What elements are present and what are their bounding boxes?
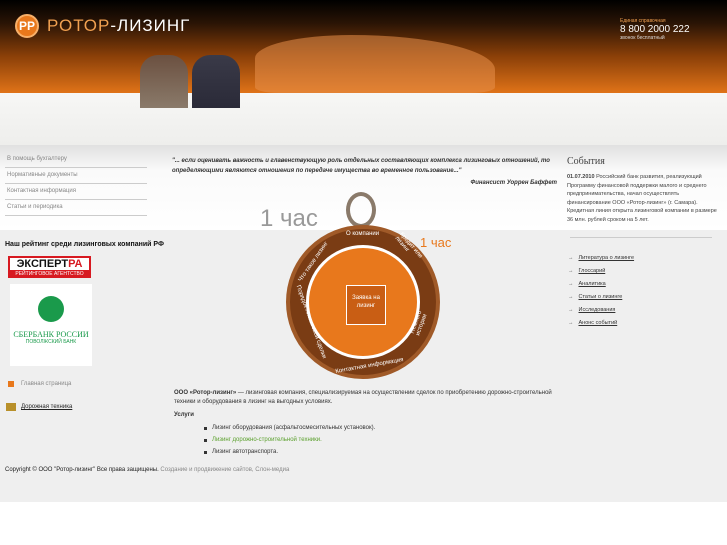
service-item: Лизинг автотранспорта.: [204, 448, 554, 457]
dial-logo: Заявка на лизинг: [306, 245, 420, 359]
link-articles[interactable]: → Статьи о лизинге: [568, 294, 634, 307]
services-list: Лизинг оборудования (асфальтосмесительны…: [204, 424, 554, 457]
link-literature[interactable]: → Литература о лизинге: [568, 255, 634, 268]
link-analytics[interactable]: → Аналитика: [568, 281, 634, 294]
arrow-icon: →: [568, 320, 574, 326]
dial-about[interactable]: О компании: [346, 231, 379, 237]
nav-item-articles[interactable]: Статьи и периодика: [5, 200, 147, 216]
home-link[interactable]: Главная страница: [8, 381, 71, 387]
leasing-request-button[interactable]: Заявка на лизинг: [346, 285, 386, 325]
logo-brand: РОТОР: [47, 16, 111, 35]
top-nav-menu: В помощь бухгалтеру Нормативные документ…: [5, 152, 147, 216]
company-intro: ООО «Ротор-лизинг» — лизинговая компания…: [174, 389, 554, 460]
events-panel: События 01.07.2010 Российский банк разви…: [567, 156, 717, 224]
link-research[interactable]: → Исследования: [568, 307, 634, 320]
event-text: Российский банк развития, реализующий Пр…: [567, 174, 717, 223]
stopwatch-crown: [346, 192, 376, 228]
divider: [570, 237, 712, 238]
logo-icon: РР: [15, 14, 39, 38]
developer-credit[interactable]: Создание и продвижение сайтов, Слон-меди…: [160, 467, 289, 473]
event-date: 01.07.2010: [567, 174, 595, 180]
arrow-icon: →: [568, 294, 574, 300]
arrow-icon: →: [568, 255, 574, 261]
service-item: Лизинг оборудования (асфальтосмесительны…: [204, 424, 554, 433]
header-band: [0, 93, 727, 145]
road-machinery-link[interactable]: Дорожная техника: [6, 403, 72, 411]
businessmen-photo: [140, 55, 244, 108]
arrow-icon: →: [568, 307, 574, 313]
phone-block: Единая справочная 8 800 2000 222 звонок …: [620, 18, 690, 41]
dial-ring: О компании Кредит или лизинг Немного ист…: [286, 225, 440, 379]
dial-contacts[interactable]: Контактная информация: [335, 357, 404, 375]
expert-sub: РЕЙТИНГОВОЕ АГЕНТСТВО: [15, 271, 84, 277]
events-title: События: [567, 156, 605, 167]
hour-label: 1 час: [260, 205, 318, 232]
services-title: Услуги: [174, 412, 194, 418]
service-item: Лизинг дорожно-строительной техники.: [204, 436, 554, 445]
expert-ra: РА: [68, 258, 83, 270]
footer: Copyright © ООО "Ротор-лизинг" Все права…: [5, 467, 290, 473]
nav-item-regulations[interactable]: Нормативные документы: [5, 168, 147, 184]
sber-line2: ПОВОЛЖСКИЙ БАНК: [25, 339, 77, 345]
sber-line1: СБЕРБАНК РОССИИ: [13, 330, 89, 339]
right-links: → Литература о лизинге → Глоссарий → Аналит…: [568, 255, 634, 333]
road-machine-icon: [6, 403, 16, 411]
quote-text: "... если оценивать важность и главенств…: [172, 158, 550, 174]
site-logo[interactable]: РР РОТОР-ЛИЗИНГ: [15, 14, 190, 38]
footer-company-link[interactable]: ООО "Ротор-лизинг": [38, 467, 95, 473]
arrow-icon: →: [568, 268, 574, 274]
expert-ra-logo[interactable]: ЭКСПЕРТРА РЕЙТИНГОВОЕ АГЕНТСТВО: [8, 256, 91, 278]
sberbank-emblem-icon: [38, 296, 64, 322]
service-road-link[interactable]: Лизинг дорожно-строительной техники.: [212, 437, 322, 443]
sberbank-logo[interactable]: СБЕРБАНК РОССИИ ПОВОЛЖСКИЙ БАНК: [10, 284, 92, 366]
logo-suffix: -ЛИЗИНГ: [110, 16, 191, 35]
leasing-dial-menu: 1 час 1 час О компании Кредит или лизинг…: [258, 180, 464, 380]
nav-item-accountant[interactable]: В помощь бухгалтеру: [5, 152, 147, 168]
link-events[interactable]: → Анонс событий: [568, 320, 634, 333]
link-glossary[interactable]: → Глоссарий: [568, 268, 634, 281]
expert-main: ЭКСПЕРТ: [16, 258, 69, 270]
phone-note: звонок бесплатный: [620, 35, 665, 41]
home-icon: [8, 381, 14, 387]
russia-map-graphic: [255, 35, 495, 93]
nav-item-contacts[interactable]: Контактная информация: [5, 184, 147, 200]
rating-title: Наш рейтинг среди лизинговых компаний РФ: [5, 241, 164, 248]
arrow-icon: →: [568, 281, 574, 287]
phone-number: 8 800 2000 222: [620, 24, 690, 35]
company-name: ООО «Ротор-лизинг»: [174, 390, 237, 396]
